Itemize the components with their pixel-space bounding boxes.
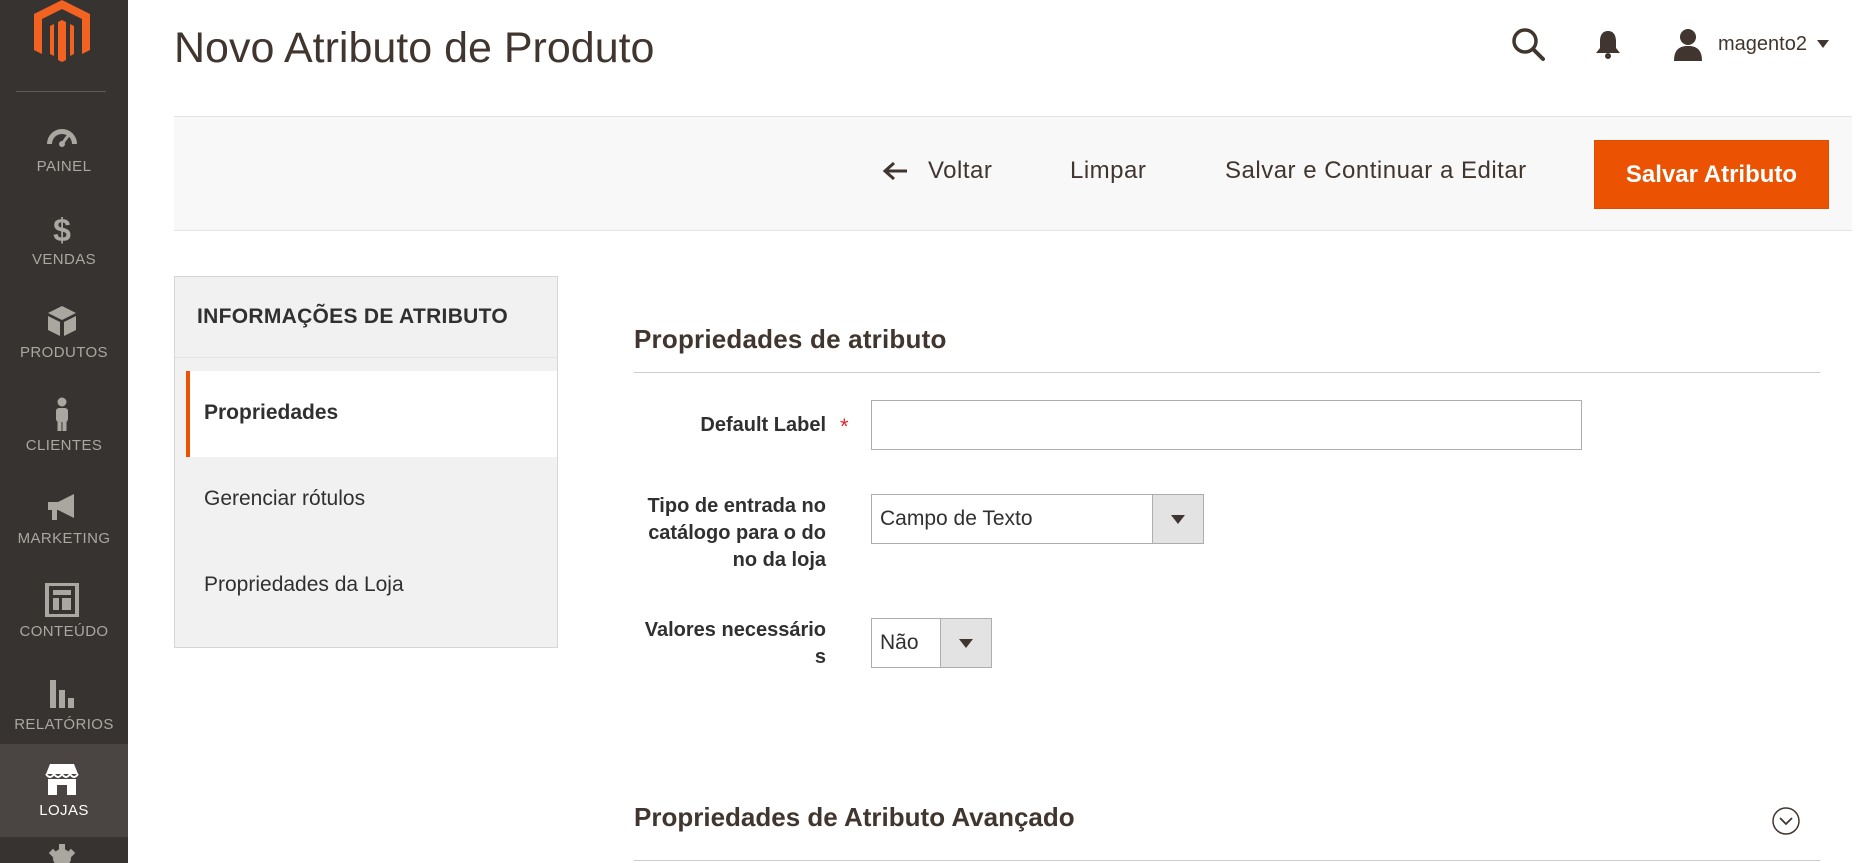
user-name: magento2	[1718, 32, 1807, 55]
bar-chart-icon	[50, 680, 74, 708]
input-type-label: Tipo de entrada no catálogo para o do no…	[626, 493, 826, 574]
input-type-label-line: no da loja	[732, 549, 826, 571]
nav-item-lojas[interactable]: LOJAS	[0, 744, 128, 837]
nav-label: MARKETING	[17, 530, 111, 547]
tab-propriedades-da-loja[interactable]: Propriedades da Loja	[175, 543, 557, 629]
nav-item-painel[interactable]: PAINEL	[0, 100, 128, 193]
section-title: Propriedades de atributo	[634, 324, 947, 354]
tabs-title: INFORMAÇÕES DE ATRIBUTO	[197, 305, 509, 328]
box-icon	[48, 306, 76, 336]
attribute-info-tabs: INFORMAÇÕES DE ATRIBUTO Propriedades Ger…	[174, 276, 558, 648]
input-type-label-line: catálogo para o do	[648, 522, 826, 544]
nav-item-conteudo[interactable]: CONTEÚDO	[0, 565, 128, 658]
values-required-select-value: Não	[880, 631, 919, 654]
tab-label: Gerenciar rótulos	[204, 487, 366, 510]
nav-item-marketing[interactable]: MARKETING	[0, 472, 128, 565]
search-icon[interactable]	[1510, 26, 1546, 62]
user-menu[interactable]: magento2	[1672, 24, 1829, 64]
values-required-label-line: s	[814, 646, 826, 668]
svg-text:$: $	[53, 212, 71, 245]
save-attribute-button[interactable]: Salvar Atributo	[1594, 140, 1829, 209]
user-icon	[1674, 29, 1702, 61]
required-asterisk: *	[840, 414, 849, 439]
page-actions-bar: Voltar Limpar Salvar e Continuar a Edita…	[174, 116, 1852, 231]
page-title: Novo Atributo de Produto	[174, 24, 655, 72]
back-button-label: Voltar	[928, 157, 993, 184]
back-button[interactable]: Voltar	[882, 157, 992, 185]
dollar-icon: $	[53, 212, 71, 245]
default-label-input[interactable]	[871, 400, 1582, 450]
nav-item-produtos[interactable]: PRODUTOS	[0, 286, 128, 379]
caret-down-icon	[959, 639, 973, 648]
tab-gerenciar-rotulos[interactable]: Gerenciar rótulos	[175, 457, 557, 543]
nav-label: PAINEL	[36, 158, 92, 175]
save-and-continue-button[interactable]: Salvar e Continuar a Editar	[1225, 157, 1527, 185]
layout-icon	[45, 583, 79, 617]
advanced-properties-toggle[interactable]: Propriedades de Atributo Avançado	[634, 802, 1075, 833]
megaphone-icon	[48, 494, 74, 520]
reset-button[interactable]: Limpar	[1070, 157, 1146, 185]
logo-divider	[16, 91, 106, 92]
admin-sidebar: PAINEL $ VENDAS PRODUTOS CLIENTES MARKET…	[0, 0, 128, 863]
nav-label: PRODUTOS	[20, 344, 108, 361]
nav-label: LOJAS	[39, 802, 89, 819]
caret-down-icon	[1171, 515, 1185, 524]
nav-item-vendas[interactable]: $ VENDAS	[0, 193, 128, 286]
person-icon	[56, 397, 68, 431]
default-label-label: Default Label	[700, 414, 826, 436]
values-required-select[interactable]: Não	[871, 618, 992, 668]
tab-label: Propriedades da Loja	[204, 573, 404, 596]
select-arrow	[940, 619, 991, 667]
advanced-divider	[634, 860, 1820, 861]
values-required-label-line: Valores necessário	[644, 619, 826, 641]
chevron-down-icon	[1816, 40, 1829, 48]
input-type-select-value: Campo de Texto	[880, 507, 1033, 530]
dashboard-icon	[47, 129, 77, 147]
nav-item-sistema[interactable]	[0, 844, 128, 863]
magento-logo-icon[interactable]	[34, 0, 90, 62]
nav-item-clientes[interactable]: CLIENTES	[0, 379, 128, 472]
nav-label: CLIENTES	[25, 437, 103, 454]
tab-propriedades[interactable]: Propriedades	[186, 371, 557, 457]
store-icon	[45, 764, 79, 795]
nav-label: RELATÓRIOS	[14, 716, 114, 733]
input-type-label-line: Tipo de entrada no	[647, 495, 826, 517]
input-type-select[interactable]: Campo de Texto	[871, 494, 1204, 544]
nav-item-relatorios[interactable]: RELATÓRIOS	[0, 658, 128, 751]
select-arrow	[1152, 495, 1203, 543]
nav-label: CONTEÚDO	[19, 623, 109, 640]
arrow-left-icon	[882, 161, 907, 181]
tab-label: Propriedades	[204, 401, 339, 424]
nav-label: VENDAS	[31, 251, 97, 268]
section-divider	[634, 372, 1820, 373]
bell-icon[interactable]	[1592, 28, 1624, 60]
values-required-label: Valores necessário s	[626, 617, 826, 671]
chevron-down-circle-icon[interactable]	[1771, 806, 1801, 836]
tabs-divider	[175, 357, 557, 358]
gear-icon	[48, 844, 76, 863]
